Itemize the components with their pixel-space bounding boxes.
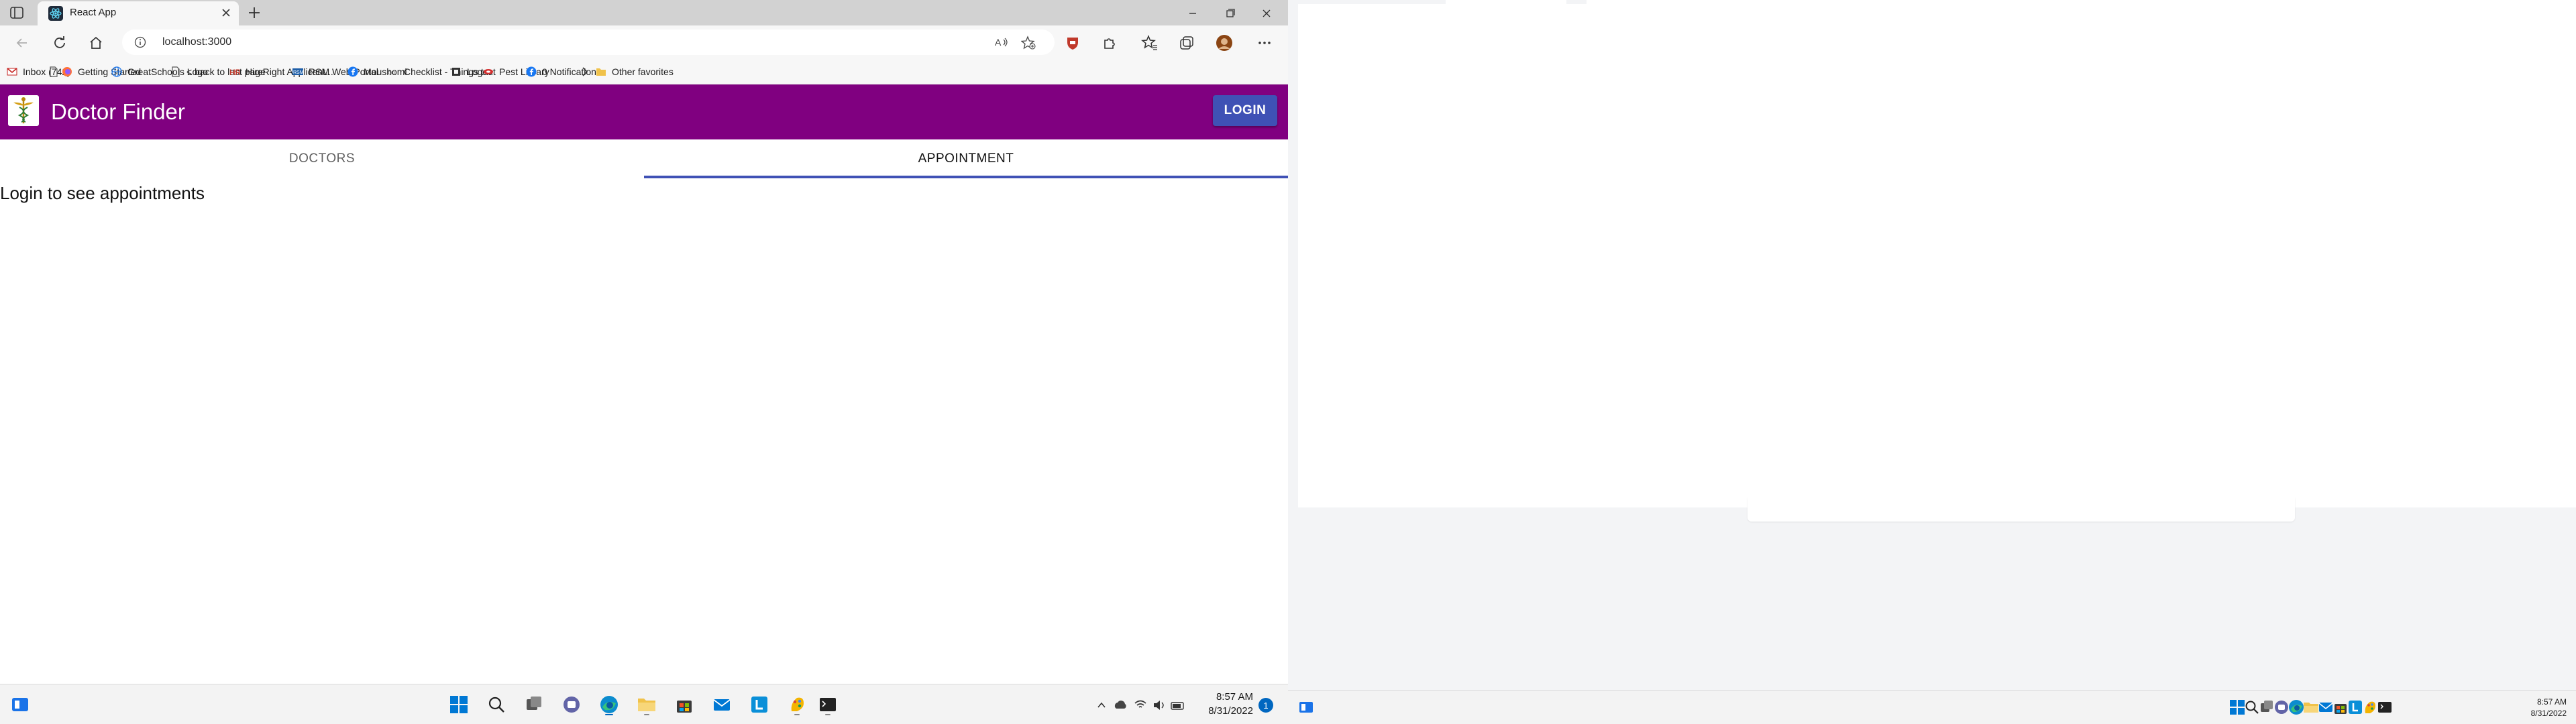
svg-text:RSM: RSM (293, 70, 303, 75)
paint-icon[interactable] (786, 694, 808, 715)
app-title: Doctor Finder (51, 99, 185, 124)
bookmark-label: 0 Notifications (542, 66, 601, 77)
minimize-window-icon[interactable] (1181, 5, 1205, 21)
favorites-bar: Inbox (742) Getting Started GreatSchools… (0, 59, 1288, 84)
clock-time[interactable]: 8:57 AM (2509, 697, 2567, 707)
taskbar-right: 8:57 AM 8/31/2022 (1288, 690, 2576, 724)
rsm-icon: RSM (292, 68, 303, 75)
tab-appointment[interactable]: APPOINTMENT (644, 139, 1288, 178)
clock-time[interactable]: 8:57 AM (1199, 691, 1253, 703)
clock-date[interactable]: 8/31/2022 (2509, 709, 2567, 718)
teams-chat-icon[interactable] (561, 694, 582, 715)
extension-shield-icon[interactable] (1064, 34, 1081, 52)
browser-tab-strip: React App (0, 0, 1288, 25)
window-top-gap (1298, 0, 1446, 4)
app-header: Doctor Finder LOGIN (0, 84, 1288, 139)
other-favorites-label: Other favorites (612, 66, 674, 77)
more-favorites-chevron-icon[interactable] (580, 64, 590, 79)
file-explorer-icon[interactable] (636, 694, 657, 715)
address-bar[interactable]: localhost:3000 A (122, 29, 1055, 55)
edge-browser-icon[interactable] (598, 694, 620, 715)
add-favorite-icon[interactable] (1021, 36, 1036, 50)
checklist-icon: co (388, 69, 395, 76)
browser-toolbar: localhost:3000 A (0, 25, 1288, 59)
gmail-icon (7, 68, 17, 76)
task-view-icon[interactable] (523, 694, 545, 715)
settings-more-icon[interactable] (1256, 34, 1273, 52)
browser-tab-title: React App (70, 7, 117, 18)
svg-text:HR: HR (229, 68, 240, 77)
widgets-icon[interactable] (1297, 699, 1315, 716)
new-tab-icon[interactable] (246, 4, 263, 21)
svg-text:co: co (388, 69, 395, 76)
blank-window (1298, 0, 2576, 507)
home-icon[interactable] (87, 34, 105, 52)
browser-tab-active[interactable] (38, 1, 239, 25)
globe-icon (111, 66, 122, 77)
widgets-icon[interactable] (9, 694, 31, 715)
close-tab-icon[interactable] (219, 5, 233, 20)
left-monitor: React App localhost:3000 A Inbox (742) G… (0, 0, 1288, 724)
tab-doctors[interactable]: DOCTORS (0, 139, 644, 178)
pest-icon (484, 69, 493, 74)
store-icon[interactable] (674, 694, 695, 715)
login-required-message: Login to see appointments (0, 183, 205, 203)
blank-card-bottom (1748, 497, 2295, 522)
login-button[interactable]: LOGIN (1213, 95, 1277, 126)
back-arrow-icon[interactable] (13, 34, 31, 52)
profile-avatar-icon[interactable] (1216, 34, 1233, 52)
react-favicon-icon (48, 6, 63, 21)
start-windows-icon[interactable] (448, 694, 470, 715)
taskbar-left: 8:57 AM 8/31/2022 1 (0, 684, 1288, 724)
page-icon (172, 66, 180, 77)
caduceus-logo-icon (8, 95, 39, 126)
terminal-icon[interactable] (2376, 699, 2394, 716)
mail-icon[interactable] (711, 694, 733, 715)
address-text[interactable]: localhost:3000 (162, 36, 231, 49)
extension-puzzle-icon[interactable] (1100, 34, 1118, 52)
app-l-icon[interactable] (749, 694, 770, 715)
tab-actions-icon[interactable] (9, 6, 24, 19)
app-tabs: DOCTORS APPOINTMENT (0, 139, 1288, 178)
svg-text:A: A (995, 37, 1002, 48)
facebook-icon (526, 66, 537, 77)
folder-icon (596, 68, 606, 76)
tab-selected-indicator (644, 176, 1288, 178)
close-window-icon[interactable] (1254, 5, 1279, 21)
clock-date[interactable]: 8/31/2022 (1199, 705, 1253, 717)
collections-icon[interactable] (1178, 34, 1195, 52)
notification-badge[interactable]: 1 (1258, 698, 1273, 713)
firefox-icon (62, 67, 72, 76)
site-info-icon[interactable] (134, 36, 146, 48)
favorites-icon[interactable] (1140, 34, 1158, 52)
hireright-icon: HR (229, 68, 240, 77)
terminal-icon[interactable] (817, 694, 839, 715)
refresh-icon[interactable] (51, 34, 68, 52)
window-top-gap (1566, 0, 1587, 4)
page-icon (50, 66, 58, 77)
bookmark-getting-started[interactable] (48, 64, 59, 79)
facebook-icon (347, 66, 358, 77)
search-icon[interactable] (486, 694, 507, 715)
bookmark-inbox[interactable]: Inbox (742) (7, 64, 70, 79)
logout-icon (452, 68, 460, 76)
restore-window-icon[interactable] (1218, 5, 1242, 21)
read-aloud-icon[interactable]: A (994, 36, 1009, 49)
other-favorites-folder[interactable]: Other favorites (596, 64, 674, 79)
right-monitor: 8:57 AM 8/31/2022 (1288, 0, 2576, 724)
